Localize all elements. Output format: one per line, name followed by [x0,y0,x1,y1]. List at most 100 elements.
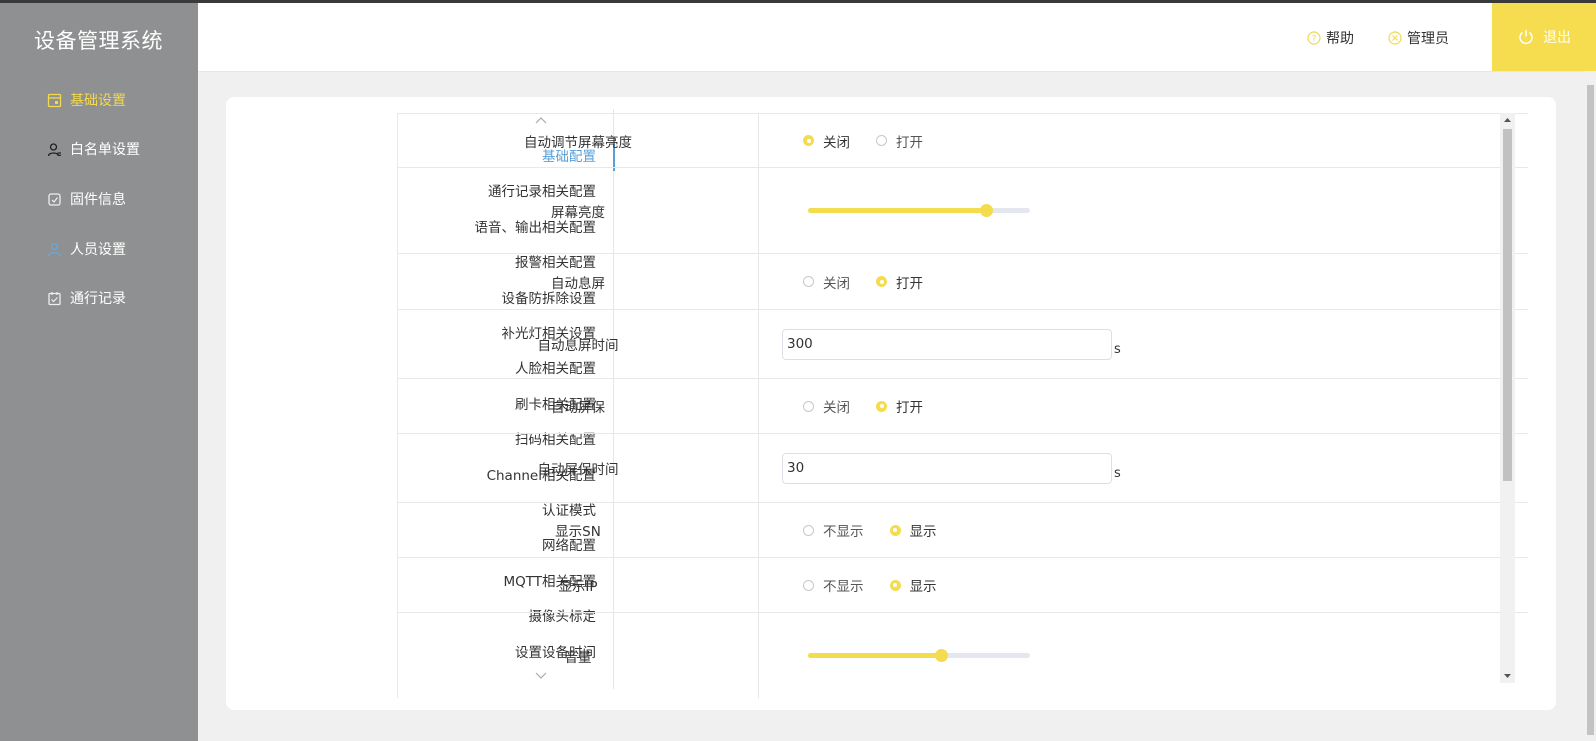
radio-label: 关闭 [823,134,850,151]
setting-value: 不显示 显示 [759,558,1528,612]
radio-dot [803,276,814,287]
radio-show-ip-hide[interactable]: 不显示 [803,575,864,595]
radio-dot [803,135,814,146]
setting-row-screen-off-time: 自动息屏时间 s [398,310,1528,379]
page-scrollbar-thumb[interactable] [1587,85,1594,735]
sidebar-item-label: 基础设置 [70,93,126,109]
logout-label: 退出 [1543,30,1571,46]
radio-label: 打开 [896,400,923,416]
admin-user-icon [1388,31,1402,45]
setting-value: s [759,310,1528,378]
setting-label: 音量 [398,613,759,698]
radio-auto-screen-off-on[interactable]: 打开 [876,272,923,292]
setting-row-screen-brightness: 屏幕亮度 [398,168,1528,254]
slider-handle[interactable] [935,649,949,662]
radio-dot [889,579,901,591]
page-scrollbar[interactable] [1584,71,1596,741]
volume-slider[interactable] [808,649,1030,662]
person-icon [46,241,62,257]
setting-value: 关闭 打开 [759,254,1528,309]
setting-row-screensaver-time: 自动屏保时间 s [398,434,1528,503]
setting-row-volume: 音量 [398,613,1528,698]
setting-label: 显示SN [398,503,759,557]
sidebar-item-label: 固件信息 [70,192,126,208]
setting-label: 自动屏保时间 [398,434,759,502]
setting-row-screensaver: 自动屏保 关闭 打开 [398,379,1528,434]
radio-label: 不显示 [823,579,864,595]
slider-handle[interactable] [979,204,993,217]
svg-text:?: ? [1312,34,1317,44]
setting-value: s [759,434,1528,502]
show-sn-radio-group: 不显示 显示 [803,520,963,540]
radio-screensaver-on[interactable]: 打开 [876,396,923,416]
unit-label: s [1114,341,1121,357]
setting-value: 不显示 显示 [759,503,1528,557]
radio-dot [876,135,887,146]
sidebar-item-whitelist[interactable]: 白名单设置 [46,137,140,161]
screen-brightness-slider[interactable] [808,204,1030,217]
sidebar-item-label: 人员设置 [70,242,126,258]
radio-dot [803,524,814,536]
admin-user-menu[interactable]: 管理员 [1388,27,1449,49]
checklist-icon [46,290,62,306]
radio-label: 显示 [909,579,937,595]
scroll-up-arrow-icon[interactable] [1503,116,1512,124]
setting-value: 关闭 打开 [759,114,1528,167]
radio-label: 打开 [896,275,923,292]
radio-label: 显示 [909,524,937,540]
firmware-chip-icon [46,191,62,207]
radio-show-sn-hide[interactable]: 不显示 [803,520,864,540]
sidebar-item-label: 通行记录 [70,291,126,307]
settings-scrollbar[interactable] [1500,113,1515,683]
setting-label: 自动屏保 [398,379,759,433]
radio-auto-screen-off-off[interactable]: 关闭 [803,272,850,292]
slider-fill [808,653,942,658]
auto-screen-off-radio-group: 关闭 打开 [803,272,949,292]
setting-label: 自动息屏时间 [398,310,759,378]
setting-label: 屏幕亮度 [398,168,759,253]
setting-row-auto-screen-off: 自动息屏 关闭 打开 [398,254,1528,310]
radio-auto-brightness-on[interactable]: 打开 [876,131,923,151]
radio-dot [889,524,901,536]
setting-label: 自动调节屏幕亮度 [398,114,759,167]
sidebar-item-firmware[interactable]: 固件信息 [46,187,126,211]
logout-button[interactable]: 退出 [1492,3,1596,71]
help-icon: ? [1307,31,1321,45]
setting-label: 显示IP [398,558,759,612]
radio-label: 关闭 [823,275,850,292]
screensaver-time-input[interactable] [782,452,1112,484]
app-title: 设备管理系统 [34,29,163,53]
radio-dot [803,400,814,412]
radio-auto-brightness-off[interactable]: 关闭 [803,131,850,151]
sidebar-item-label: 白名单设置 [70,142,140,158]
top-header: ? 帮助 管理员 退出 [198,3,1596,72]
setting-row-auto-brightness: 自动调节屏幕亮度 关闭 打开 [398,114,1528,168]
setting-row-show-ip: 显示IP 不显示 显示 [398,558,1528,613]
screen-off-time-input[interactable] [782,328,1112,360]
setting-label: 自动息屏 [398,254,759,309]
scroll-down-arrow-icon[interactable] [1503,672,1512,680]
help-label: 帮助 [1326,31,1354,47]
setting-row-show-sn: 显示SN 不显示 显示 [398,503,1528,558]
radio-show-ip-show[interactable]: 显示 [889,575,937,595]
show-ip-radio-group: 不显示 显示 [803,575,963,595]
setting-value: 关闭 打开 [759,379,1528,433]
admin-label: 管理员 [1407,31,1449,47]
sidebar-item-basic-settings[interactable]: 基础设置 [46,88,126,112]
settings-panel-icon [46,92,62,108]
help-link[interactable]: ? 帮助 [1307,27,1354,49]
auto-brightness-radio-group: 关闭 打开 [803,131,949,151]
radio-dot [876,276,887,287]
unit-label: s [1114,465,1121,481]
radio-show-sn-show[interactable]: 显示 [889,520,937,540]
sidebar-item-personnel[interactable]: 人员设置 [46,237,126,261]
radio-screensaver-off[interactable]: 关闭 [803,396,850,416]
slider-fill [808,208,986,213]
settings-table: 自动调节屏幕亮度 关闭 打开 屏幕亮度 自动息屏 关闭 打开 自动息屏时间 30… [397,113,1528,698]
power-icon [1519,30,1533,45]
settings-scrollbar-thumb[interactable] [1503,129,1512,481]
radio-label: 关闭 [823,400,850,416]
radio-label: 不显示 [823,524,864,540]
setting-value [759,168,1528,253]
sidebar-item-access-records[interactable]: 通行记录 [46,286,126,310]
